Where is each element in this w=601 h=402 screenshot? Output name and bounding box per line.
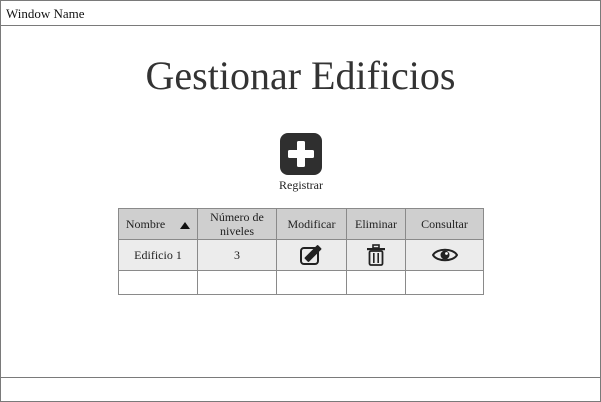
delete-cell	[346, 239, 406, 271]
trash-icon[interactable]	[366, 244, 386, 266]
column-header-name-label: Nombre	[125, 217, 166, 231]
column-header-modify: Modificar	[276, 208, 347, 240]
cell-levels: 3	[197, 239, 277, 271]
empty-cell	[405, 270, 484, 295]
edit-icon[interactable]	[299, 244, 325, 266]
empty-cell	[276, 270, 347, 295]
plus-icon	[288, 141, 314, 167]
window-title: Window Name	[6, 6, 85, 21]
register-button[interactable]	[280, 133, 322, 175]
column-header-name[interactable]: Nombre	[118, 208, 198, 240]
app-window: Window Name Gestionar Edificios Registra…	[0, 0, 601, 402]
empty-cell	[346, 270, 406, 295]
title-bar: Window Name	[1, 1, 600, 26]
page-title: Gestionar Edificios	[145, 53, 456, 98]
table-header-row: Nombre Número de niveles Modificar Elimi…	[118, 208, 484, 240]
buildings-table: Nombre Número de niveles Modificar Elimi…	[118, 208, 484, 295]
sort-ascending-icon	[180, 221, 191, 229]
table-row[interactable]: Edificio 1 3	[118, 239, 484, 271]
eye-icon[interactable]	[431, 246, 458, 264]
empty-cell	[118, 270, 198, 295]
table-row-empty	[118, 270, 484, 295]
column-header-delete: Eliminar	[346, 208, 406, 240]
cell-building-name: Edificio 1	[118, 239, 198, 271]
view-cell	[405, 239, 484, 271]
register-label: Registrar	[279, 178, 323, 192]
column-header-view: Consultar	[405, 208, 484, 240]
status-bar	[1, 377, 600, 402]
modify-cell	[276, 239, 347, 271]
column-header-levels: Número de niveles	[197, 208, 277, 240]
empty-cell	[197, 270, 277, 295]
